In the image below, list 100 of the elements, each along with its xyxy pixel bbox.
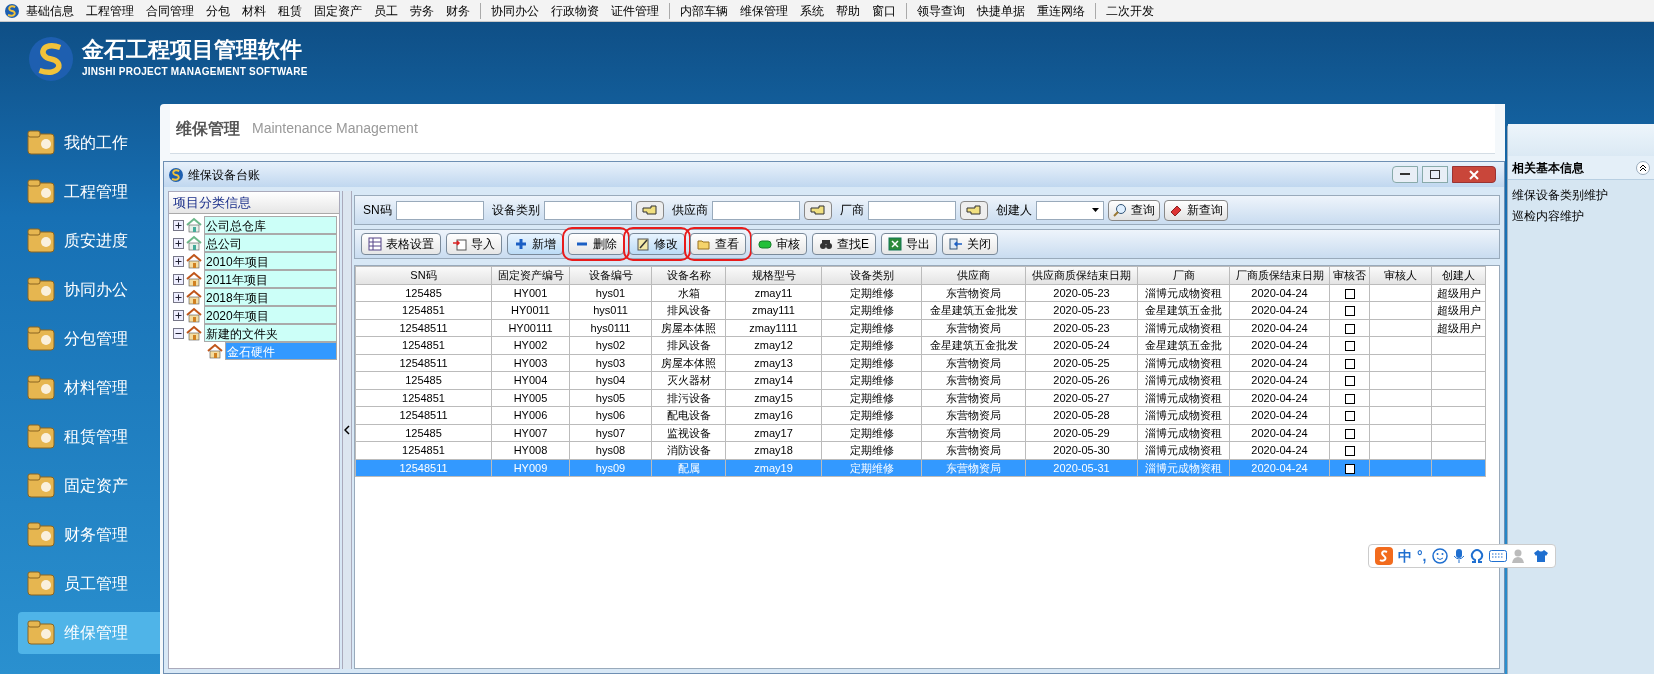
column-header[interactable]: SN码 bbox=[355, 266, 492, 284]
toolbar-button[interactable]: 表格设置 bbox=[361, 233, 441, 255]
checkbox[interactable] bbox=[1344, 428, 1355, 439]
dropdown-field[interactable] bbox=[1035, 200, 1104, 220]
expand-icon[interactable] bbox=[173, 255, 184, 267]
menu-item[interactable]: 系统 bbox=[794, 1, 830, 20]
column-header[interactable]: 审核人 bbox=[1369, 266, 1432, 284]
menu-item[interactable]: 证件管理 bbox=[605, 1, 665, 20]
close-button[interactable] bbox=[1452, 166, 1496, 183]
menu-item[interactable]: 材料 bbox=[236, 1, 272, 20]
maximize-button[interactable] bbox=[1422, 166, 1448, 183]
nav-item[interactable]: 员工管理 bbox=[18, 563, 160, 605]
input-field[interactable] bbox=[395, 200, 484, 220]
toolbar-button[interactable]: 查找E bbox=[812, 233, 876, 255]
menu-item[interactable]: 固定资产 bbox=[308, 1, 368, 20]
expand-icon[interactable] bbox=[173, 219, 184, 231]
keyboard-icon[interactable] bbox=[1488, 550, 1507, 562]
column-header[interactable]: 厂商质保结束日期 bbox=[1229, 266, 1330, 284]
nav-item[interactable]: 分包管理 bbox=[18, 318, 160, 360]
nav-item[interactable]: 固定资产 bbox=[18, 465, 160, 507]
nav-item[interactable]: 材料管理 bbox=[18, 367, 160, 409]
column-header[interactable]: 固定资产编号 bbox=[491, 266, 570, 284]
menu-item[interactable]: 协同办公 bbox=[485, 1, 545, 20]
checkbox[interactable] bbox=[1344, 393, 1355, 404]
picker-button[interactable] bbox=[959, 200, 988, 220]
nav-item[interactable]: 财务管理 bbox=[18, 514, 160, 556]
menu-item[interactable]: 劳务 bbox=[404, 1, 440, 20]
search-button[interactable]: 查询 bbox=[1107, 199, 1160, 221]
tree-item[interactable]: 2010年项目 bbox=[204, 252, 337, 270]
menu-item[interactable]: 重连网络 bbox=[1031, 1, 1091, 20]
column-header[interactable]: 设备名称 bbox=[651, 266, 726, 284]
toolbar-button[interactable]: 导出 bbox=[881, 233, 937, 255]
collapse-panel-icon[interactable] bbox=[344, 425, 350, 435]
menu-item[interactable]: 财务 bbox=[440, 1, 476, 20]
menu-item[interactable]: 工程管理 bbox=[80, 1, 140, 20]
panel-link[interactable]: 维保设备类别维护 bbox=[1512, 186, 1650, 204]
menu-item[interactable]: 维保管理 bbox=[734, 1, 794, 20]
column-header[interactable]: 设备编号 bbox=[569, 266, 652, 284]
microphone-icon[interactable] bbox=[1452, 548, 1465, 564]
toolbar-button[interactable]: 审核 bbox=[751, 233, 807, 255]
tree-item[interactable]: 2020年项目 bbox=[204, 306, 337, 324]
menu-item[interactable]: 二次开发 bbox=[1100, 1, 1160, 20]
menu-item[interactable]: 领导查询 bbox=[911, 1, 971, 20]
input-field[interactable] bbox=[543, 200, 632, 220]
column-header[interactable]: 审核否 bbox=[1329, 266, 1370, 284]
menu-item[interactable]: 窗口 bbox=[866, 1, 902, 20]
toolbar-button[interactable]: 关闭 bbox=[942, 233, 998, 255]
column-header[interactable]: 供应商质保结束日期 bbox=[1025, 266, 1138, 284]
panel-link[interactable]: 巡检内容维护 bbox=[1512, 207, 1650, 225]
collapse-icon[interactable] bbox=[1636, 160, 1650, 175]
checkbox[interactable] bbox=[1344, 376, 1355, 387]
input-field[interactable] bbox=[711, 200, 800, 220]
menu-item[interactable]: 帮助 bbox=[830, 1, 866, 20]
column-header[interactable]: 供应商 bbox=[921, 266, 1026, 284]
checkbox[interactable] bbox=[1344, 306, 1355, 317]
nav-item[interactable]: 协同办公 bbox=[18, 269, 160, 311]
menu-item[interactable]: 分包 bbox=[200, 1, 236, 20]
menu-item[interactable]: 基础信息 bbox=[20, 1, 80, 20]
reset-button[interactable]: 新查询 bbox=[1163, 199, 1228, 221]
menu-item[interactable]: 合同管理 bbox=[140, 1, 200, 20]
menu-item[interactable]: 行政物资 bbox=[545, 1, 605, 20]
shirt-icon[interactable] bbox=[1532, 549, 1549, 563]
tree-item[interactable]: 2018年项目 bbox=[204, 288, 337, 306]
checkbox[interactable] bbox=[1344, 411, 1355, 422]
checkbox[interactable] bbox=[1344, 288, 1355, 299]
column-header[interactable]: 厂商 bbox=[1137, 266, 1230, 284]
punctuation-toggle[interactable]: °, bbox=[1417, 545, 1427, 567]
toolbar-button[interactable]: 新增 bbox=[507, 233, 563, 255]
tree-item[interactable]: 公司总仓库 bbox=[204, 216, 337, 234]
tree-item[interactable]: 2011年项目 bbox=[204, 270, 337, 288]
checkbox[interactable] bbox=[1344, 358, 1355, 369]
expand-icon[interactable] bbox=[173, 237, 184, 249]
toolbar-button[interactable]: 导入 bbox=[446, 233, 502, 255]
checkbox[interactable] bbox=[1344, 323, 1355, 334]
smiley-icon[interactable] bbox=[1431, 548, 1448, 564]
nav-item[interactable]: 租赁管理 bbox=[18, 416, 160, 458]
minimize-button[interactable] bbox=[1392, 166, 1418, 183]
collapse-icon[interactable] bbox=[173, 327, 184, 339]
nav-item[interactable]: 工程管理 bbox=[18, 171, 160, 213]
expand-icon[interactable] bbox=[173, 273, 184, 285]
expand-icon[interactable] bbox=[173, 309, 184, 321]
column-header[interactable]: 创建人 bbox=[1431, 266, 1486, 284]
menu-item[interactable]: 员工 bbox=[368, 1, 404, 20]
omega-icon[interactable] bbox=[1469, 549, 1484, 563]
input-field[interactable] bbox=[867, 200, 956, 220]
tree-item[interactable]: 新建的文件夹 bbox=[204, 324, 337, 342]
column-header[interactable]: 设备类别 bbox=[821, 266, 922, 284]
menu-item[interactable]: 租赁 bbox=[272, 1, 308, 20]
checkbox[interactable] bbox=[1344, 463, 1355, 474]
input-mode-toggle[interactable]: 中 bbox=[1398, 545, 1412, 567]
picker-button[interactable] bbox=[635, 200, 664, 220]
menu-item[interactable]: 快捷单据 bbox=[971, 1, 1031, 20]
tree-item[interactable]: 总公司 bbox=[204, 234, 337, 252]
nav-item[interactable]: 质安进度 bbox=[18, 220, 160, 262]
checkbox[interactable] bbox=[1344, 446, 1355, 457]
picker-button[interactable] bbox=[803, 200, 832, 220]
menu-item[interactable]: 内部车辆 bbox=[674, 1, 734, 20]
column-header[interactable]: 规格型号 bbox=[725, 266, 822, 284]
expand-icon[interactable] bbox=[173, 291, 184, 303]
nav-item[interactable]: 我的工作 bbox=[18, 122, 160, 164]
